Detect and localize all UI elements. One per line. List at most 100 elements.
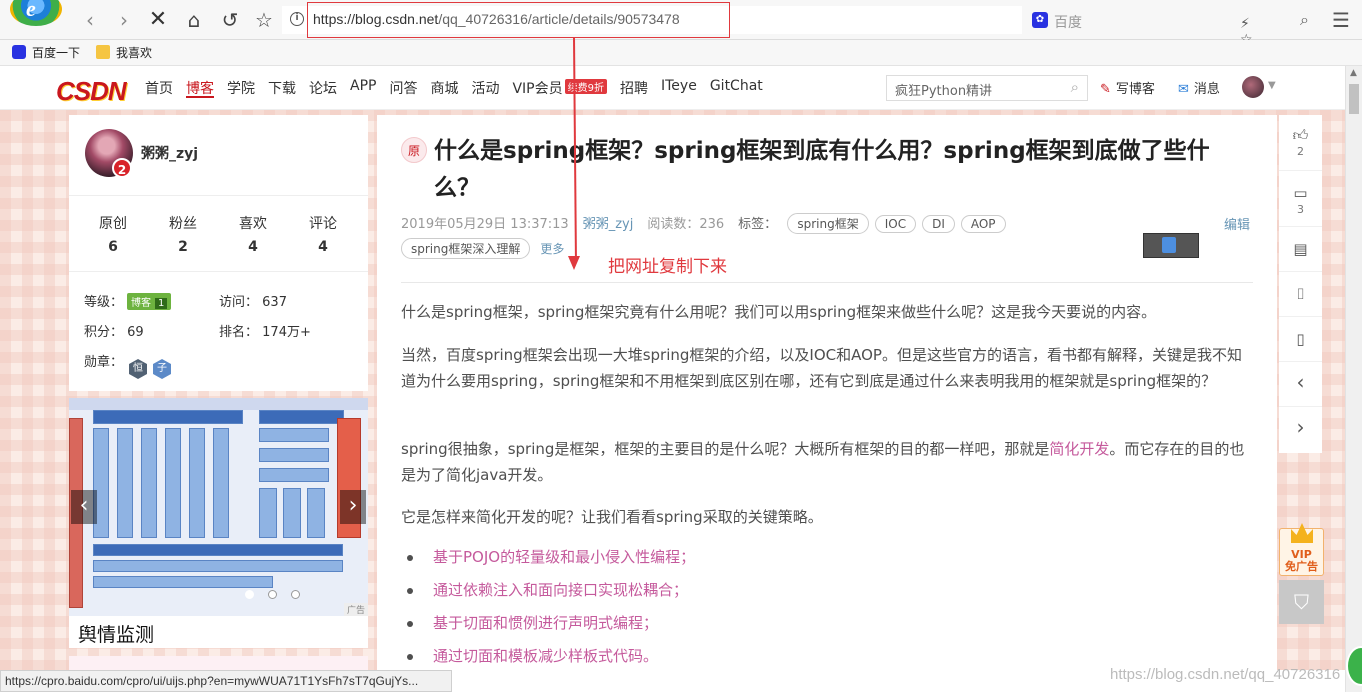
highlight-link[interactable]: 简化开发 [1049, 440, 1109, 458]
publish-date: 2019年05月29日 13:37:13 [401, 217, 569, 232]
address-bar[interactable]: i https://blog.csdn.net/qq_40726316/arti… [282, 2, 1253, 64]
bookmark-baidu[interactable]: 百度一下 [12, 44, 80, 62]
search-icon[interactable]: ⌕ [1071, 78, 1079, 96]
status-bar: https://cpro.baidu.com/cpro/ui/uijs.php?… [0, 670, 452, 692]
vip-no-ads-button[interactable]: VIP 免广告 [1279, 523, 1324, 576]
category-tag[interactable]: spring框架深入理解 [401, 238, 531, 259]
ad-carousel-dots[interactable] [245, 588, 314, 603]
browser-menu-icon[interactable]: ☰ [1332, 8, 1350, 32]
thumbs-up-icon: 👍︎ [1292, 126, 1309, 144]
browser-search-box[interactable]: ✿ 百度 ⌕ [1028, 6, 1328, 34]
directory-button[interactable]: ▤ [1279, 227, 1322, 272]
comment-button[interactable]: ▭ 3 [1279, 171, 1322, 227]
stat-comments[interactable]: 评论 4 [288, 213, 358, 255]
report-button[interactable]: ⛉ [1279, 580, 1324, 624]
list-item: 基于POJO的轻量级和最小侵入性编程； [401, 541, 1256, 574]
prev-article-button[interactable]: ‹ [1279, 362, 1322, 407]
visits-row: 访问： 637 [219, 295, 287, 310]
article-meta: 2019年05月29日 13:37:13 粥粥_zyj 阅读数：236 标签： spr… [401, 213, 1006, 234]
ad-prev-icon[interactable]: ‹ [71, 490, 97, 524]
nav-academy[interactable]: 学院 [227, 78, 255, 98]
article-category: spring框架深入理解 更多 [401, 238, 564, 259]
page-content: CSDN 首页 博客 学院 下载 论坛 APP 问答 商城 活动 VIP会员 续费… [0, 66, 1345, 670]
bookmark-button[interactable]: ⌷ [1279, 272, 1322, 317]
messages-button[interactable]: ✉ 消息 [1178, 78, 1220, 97]
site-header: CSDN 首页 博客 学院 下载 论坛 APP 问答 商城 活动 VIP会员 续费… [0, 66, 1345, 110]
browser-logo-icon: e [10, 0, 62, 26]
nav-app[interactable]: APP [350, 78, 376, 98]
search-icon[interactable]: ⌕ [1300, 10, 1309, 30]
tag-spring[interactable]: spring框架 [787, 213, 869, 234]
stat-likes[interactable]: 喜欢 4 [218, 213, 288, 255]
original-badge: 原 [401, 137, 427, 163]
favorite-star-icon[interactable]: ☆ [252, 8, 276, 32]
user-avatar[interactable] [1242, 76, 1264, 98]
site-nav: 首页 博客 学院 下载 论坛 APP 问答 商城 活动 VIP会员 续费9折 招聘… [145, 78, 776, 98]
site-info-icon[interactable]: i [290, 12, 304, 26]
watermark: https://blog.csdn.net/qq_40726316 [1110, 666, 1341, 683]
divider [69, 271, 368, 272]
write-blog-button[interactable]: ✎ 写博客 [1100, 78, 1155, 97]
medal-persistence-icon[interactable]: 恒 [129, 359, 148, 379]
level-badge[interactable]: 博客 1 [127, 293, 172, 310]
nav-blog[interactable]: 博客 [186, 78, 214, 98]
scroll-up-icon[interactable]: ▲ [1350, 68, 1357, 78]
nav-qa[interactable]: 问答 [389, 78, 417, 98]
ad-image[interactable]: ‹ › 广告 [69, 398, 368, 616]
scroll-thumb[interactable] [1349, 84, 1359, 114]
back-icon[interactable]: ‹ [78, 8, 102, 32]
sidebar-ad[interactable]: ‹ › 广告 舆情监测 [69, 398, 368, 648]
like-button[interactable]: 👍︎ 2 [1279, 115, 1322, 171]
bookmark-folder[interactable]: 我喜欢 [96, 44, 152, 62]
nav-events[interactable]: 活动 [471, 78, 499, 98]
strategy-list: 基于POJO的轻量级和最小侵入性编程； 通过依赖注入和面向接口实现松耦合； 基于… [401, 541, 1256, 670]
author-name[interactable]: 粥粥_zyj [141, 143, 198, 163]
csdn-logo[interactable]: CSDN [56, 72, 142, 106]
undo-icon[interactable]: ↺ [218, 8, 242, 32]
rank-row: 排名： 174万+ [219, 325, 311, 340]
tag-aop[interactable]: AOP [960, 215, 1006, 233]
more-link[interactable]: 更多 [540, 242, 564, 256]
crown-icon [1291, 523, 1313, 543]
comment-icon: ▭ [1293, 184, 1308, 202]
ad-next-icon[interactable]: › [340, 490, 366, 524]
paragraph-4: 它是怎样来简化开发的呢？让我们看看spring采取的关键策略。 [401, 508, 823, 526]
site-search-input[interactable]: 疯狂Python精讲 ⌕ [886, 75, 1088, 101]
baidu-paw-icon: ✿ [1032, 12, 1048, 28]
nav-iteye[interactable]: ITeye [661, 78, 697, 98]
nav-vip[interactable]: VIP会员 续费9折 [512, 78, 607, 98]
toolbar-widget[interactable] [1143, 233, 1199, 258]
author-link[interactable]: 粥粥_zyj [583, 217, 634, 232]
stat-original[interactable]: 原创 6 [78, 213, 148, 255]
nav-forum[interactable]: 论坛 [309, 78, 337, 98]
nav-gitchat[interactable]: GitChat [710, 78, 763, 98]
annotation-arrow-head [568, 256, 580, 270]
mail-icon: ✉ [1178, 82, 1189, 97]
nav-download[interactable]: 下载 [268, 78, 296, 98]
chevron-down-icon[interactable]: ▼ [1268, 80, 1276, 91]
nav-home[interactable]: 首页 [145, 78, 173, 98]
tag-ioc[interactable]: IOC [874, 215, 917, 233]
annotation-text: 把网址复制下来 [608, 257, 727, 277]
chevron-left-icon: ‹ [1296, 370, 1305, 394]
ad-caption[interactable]: 舆情监测 [78, 620, 154, 647]
forward-icon[interactable]: › [112, 8, 136, 32]
edit-link[interactable]: 编辑 [1224, 214, 1250, 233]
nav-mall[interactable]: 商城 [430, 78, 458, 98]
sidebar-card [69, 656, 368, 670]
stop-loading-icon[interactable]: ✕ [146, 8, 170, 32]
url-text[interactable]: https://blog.csdn.net/qq_40726316/articl… [313, 11, 680, 27]
scrollbar[interactable]: ▲ [1345, 66, 1362, 692]
home-icon[interactable]: ⌂ [182, 8, 206, 32]
stat-fans[interactable]: 粉丝 2 [148, 213, 218, 255]
points-row: 积分： 69 [84, 325, 144, 340]
nav-jobs[interactable]: 招聘 [620, 78, 648, 98]
medal-child-icon[interactable]: 子 [153, 359, 172, 379]
avatar-badge: 2 [112, 158, 132, 178]
document-icon: ▤ [1293, 240, 1308, 258]
tag-di[interactable]: DI [922, 215, 955, 233]
mobile-button[interactable]: ▯ [1279, 317, 1322, 362]
next-article-button[interactable]: › [1279, 407, 1322, 452]
pen-icon: ✎ [1100, 82, 1111, 97]
mobile-icon: ▯ [1296, 330, 1305, 348]
